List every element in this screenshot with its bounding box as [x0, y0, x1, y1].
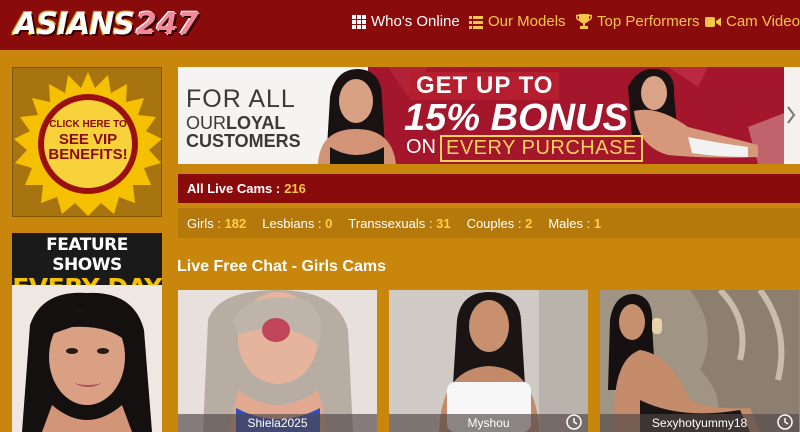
site-logo[interactable]: ASIANS 247 — [14, 5, 199, 43]
vip-badge-text: CLICK HERE TO SEE VIP BENEFITS! — [13, 119, 163, 164]
banner-get-up-to: GET UP TO — [410, 72, 560, 100]
chevron-right-icon — [787, 106, 796, 124]
nav-label: Cam Videos — [726, 13, 800, 30]
vip-line-3: BENEFITS! — [48, 146, 128, 164]
cam-thumbnail — [389, 290, 588, 432]
category-couples[interactable]: Couples : 2 — [467, 216, 533, 231]
banner-every-purchase: EVERY PURCHASE — [440, 135, 643, 162]
video-camera-icon — [705, 16, 721, 28]
banner-bonus: 15% BONUS — [404, 97, 628, 139]
category-transsexuals[interactable]: Transsexuals : 31 — [348, 216, 450, 231]
cam-model-name: Shiela2025 — [178, 414, 377, 432]
category-count: 31 — [436, 215, 451, 231]
cam-card[interactable]: Myshou — [389, 290, 588, 432]
section-title: Live Free Chat - Girls Cams — [177, 258, 386, 275]
category-lesbians[interactable]: Lesbians : 0 — [262, 216, 332, 231]
all-live-cams-bar[interactable]: All Live Cams : 216 — [178, 174, 800, 203]
feature-ad-heading: FEATURE SHOWS EVERY DAY — [12, 233, 162, 301]
category-males[interactable]: Males : 1 — [548, 216, 601, 231]
category-count: 0 — [325, 215, 333, 231]
clock-icon — [777, 414, 793, 430]
grid-icon — [352, 14, 366, 29]
feature-model-photo — [12, 285, 162, 432]
cam-thumbnail — [178, 290, 377, 432]
category-label: Lesbians : — [262, 215, 322, 231]
category-girls[interactable]: Girls : 182 — [187, 216, 246, 231]
category-label: Couples : — [466, 215, 522, 231]
nav-label: Who's Online — [371, 13, 460, 30]
banner-customers: CUSTOMERS — [186, 131, 301, 151]
category-filter-bar: Girls : 182 Lesbians : 0 Transsexuals : … — [178, 208, 800, 238]
list-icon — [469, 15, 483, 29]
bonus-promo-banner[interactable]: FOR ALL OUR LOYAL CUSTOMERS GET UP TO 15… — [178, 67, 800, 164]
clock-icon — [566, 414, 582, 430]
logo-text-asians: ASIANS — [14, 6, 135, 42]
nav-our-models[interactable]: Our Models — [469, 13, 566, 30]
nav-label: Top Performers — [597, 13, 700, 30]
cam-model-name: Sexyhotyummy18 — [600, 414, 799, 432]
nav-top-performers[interactable]: Top Performers — [576, 13, 700, 30]
feature-shows-ad[interactable]: FEATURE SHOWS EVERY DAY — [12, 233, 162, 432]
nav-label: Our Models — [488, 13, 566, 30]
feature-line-1: FEATURE SHOWS — [46, 235, 128, 275]
logo-text-247: 247 — [135, 6, 199, 42]
all-live-cams-count: 216 — [284, 181, 306, 196]
cam-model-name: Myshou — [389, 414, 588, 432]
category-count: 2 — [525, 215, 533, 231]
vip-line-1: CLICK HERE TO — [49, 119, 127, 130]
cam-card[interactable]: Sexyhotyummy18 — [600, 290, 799, 432]
top-navbar: ASIANS 247 Who's Online Our Models Top P… — [0, 0, 800, 50]
banner-model-photo-1 — [318, 69, 396, 164]
banner-on: ON — [406, 136, 436, 158]
category-label: Males : — [548, 215, 591, 231]
category-count: 1 — [593, 215, 602, 231]
category-label: Transsexuals : — [348, 215, 433, 231]
all-live-cams-label: All Live Cams : — [187, 181, 281, 196]
category-label: Girls : — [187, 215, 221, 231]
vip-line-2: SEE VIP — [58, 130, 118, 148]
vip-benefits-badge[interactable]: CLICK HERE TO SEE VIP BENEFITS! — [12, 67, 162, 217]
cam-thumbnail — [600, 290, 799, 432]
nav-whos-online[interactable]: Who's Online — [352, 13, 460, 30]
cam-card[interactable]: Shiela2025 — [178, 290, 377, 432]
trophy-icon — [576, 14, 592, 29]
banner-for-all: FOR ALL — [186, 85, 296, 113]
category-count: 182 — [224, 215, 247, 231]
banner-next-arrow[interactable] — [784, 67, 800, 164]
nav-cam-videos[interactable]: Cam Videos — [705, 13, 800, 30]
